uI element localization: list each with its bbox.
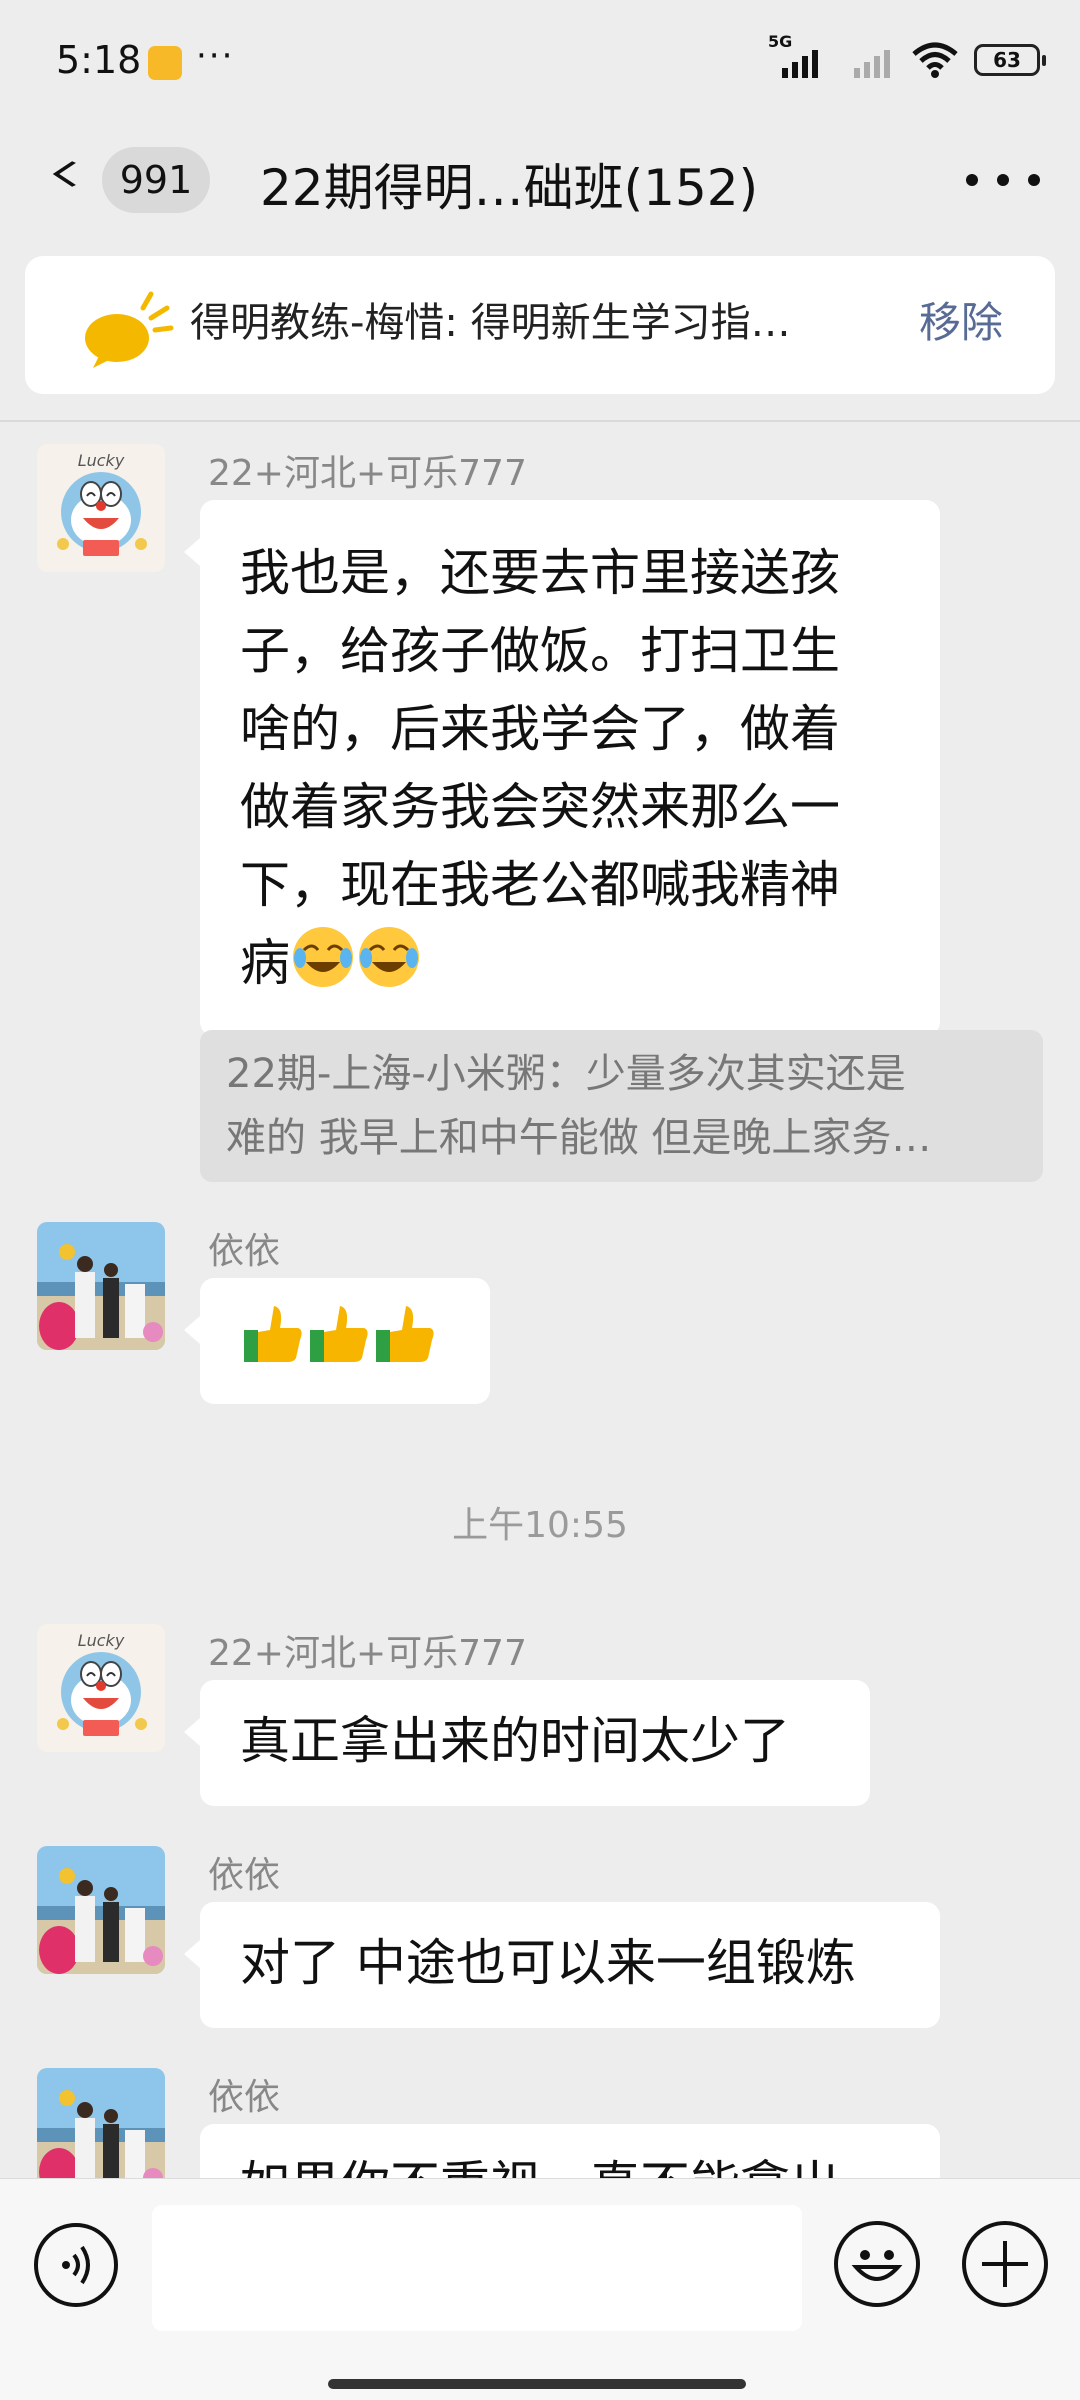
status-more-indicator: ··· [196, 36, 235, 76]
quote-line: 22期-上海-小米粥：少量多次其实还是 [226, 1051, 906, 1097]
signal-icon: 5G [768, 32, 824, 78]
divider [0, 420, 1080, 422]
message-line: 子，给孩子做饭。打扫卫生 [240, 622, 840, 680]
thumbs-up-emoji [376, 1306, 434, 1362]
message-bubble[interactable]: 对了 中途也可以来一组锻炼 [184, 1902, 940, 2028]
signal-icon-secondary [840, 42, 896, 78]
laugh-cry-emoji [359, 927, 419, 987]
svg-text:Lucky: Lucky [78, 451, 125, 470]
message-line-last: 病 [240, 924, 900, 1002]
avatar-photo[interactable] [37, 1846, 165, 1974]
status-indicators: 5G 63 [768, 32, 1046, 80]
status-time: 5:18 [56, 38, 142, 82]
message-bubble[interactable]: 真正拿出来的时间太少了 [184, 1680, 870, 1806]
message-line: 病 [240, 934, 290, 992]
message-sender: 22+河北+可乐777 [208, 453, 527, 494]
wifi-icon [912, 42, 958, 78]
avatar-doraemon[interactable]: Lucky [37, 1624, 165, 1752]
page-title: 22期得明…础班(152) [260, 159, 759, 217]
message-line: 啥的，后来我学会了，做着 [240, 700, 840, 758]
message-bubble[interactable] [184, 1278, 490, 1404]
voice-icon[interactable] [34, 2223, 118, 2307]
quoted-message[interactable]: 22期-上海-小米粥：少量多次其实还是 难的 我早上和中午能做 但是晚上家务… [200, 1030, 1043, 1182]
back-icon[interactable] [52, 150, 78, 198]
avatar-doraemon[interactable]: Lucky [37, 444, 165, 572]
network-type: 5G [768, 32, 793, 51]
message-line: 下，现在我老公都喊我精神 [240, 856, 840, 914]
thumbs-up-emoji [310, 1306, 368, 1362]
pinned-notice[interactable]: 得明教练-梅惜: 得明新生学习指… 移除 [25, 256, 1055, 394]
message-bubble[interactable]: 我也是，还要去市里接送孩 子，给孩子做饭。打扫卫生 啥的，后来我学会了，做着 做… [184, 500, 940, 1036]
message-sender: 22+河北+可乐777 [208, 1633, 527, 1674]
message-line: 我也是，还要去市里接送孩 [240, 544, 840, 602]
status-bar: 5:18 ··· 5G 63 [0, 0, 1080, 120]
notice-speaker-icon [85, 291, 174, 368]
message-sender: 依依 [208, 1855, 281, 1896]
emoji-icon[interactable] [834, 2221, 920, 2307]
message-sender: 依依 [208, 2077, 281, 2118]
battery-icon: 63 [974, 44, 1046, 76]
message-sender: 依依 [208, 1231, 281, 1272]
home-indicator [328, 2379, 746, 2389]
input-bar [0, 2178, 1080, 2400]
unread-count-badge[interactable]: 991 [102, 147, 210, 213]
svg-text:Lucky: Lucky [78, 1631, 125, 1650]
thumbs-up-emoji [244, 1306, 302, 1362]
laugh-cry-emoji [293, 927, 353, 987]
notice-remove-button[interactable]: 移除 [919, 294, 1003, 352]
message-line: 做着家务我会突然来那么一 [240, 778, 840, 836]
quote-line: 难的 我早上和中午能做 但是晚上家务… [226, 1115, 932, 1161]
notification-app-icon [148, 46, 182, 80]
more-icon[interactable] [966, 162, 1040, 198]
avatar-photo[interactable] [37, 2068, 165, 2196]
time-separator: 上午10:55 [452, 1505, 628, 1546]
plus-icon[interactable] [962, 2221, 1048, 2307]
avatar-photo[interactable] [37, 1222, 165, 1350]
notice-text: 得明教练-梅惜: 得明新生学习指… [190, 300, 791, 346]
message-input[interactable] [152, 2205, 802, 2331]
